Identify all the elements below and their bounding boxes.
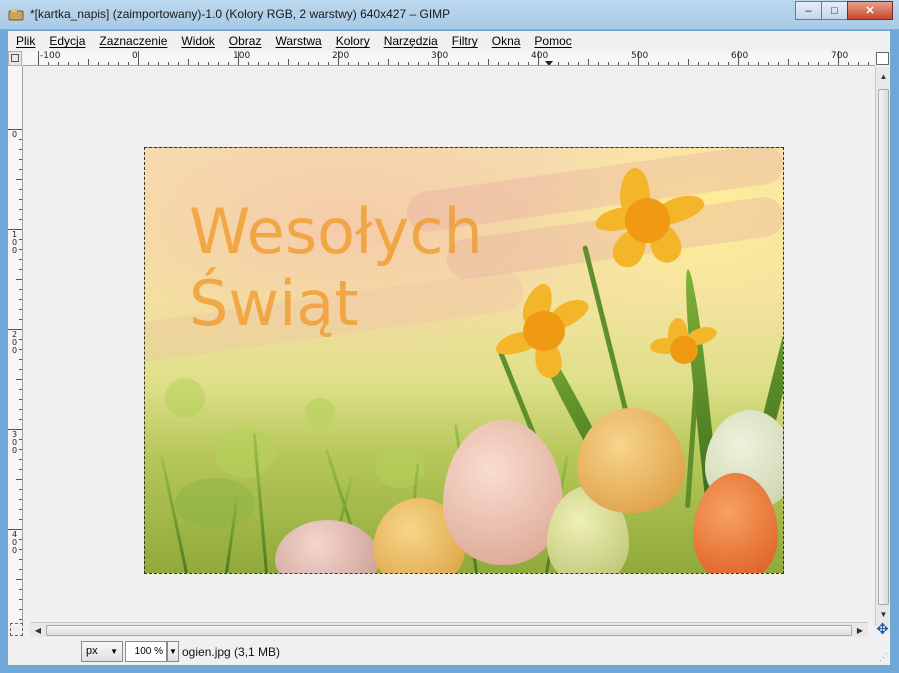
menu-file[interactable]: Plik <box>16 34 35 48</box>
close-button[interactable]: ✕ <box>847 1 893 20</box>
zoom-image-icon[interactable] <box>876 52 889 65</box>
minimize-button[interactable]: – <box>795 1 822 20</box>
menu-windows[interactable]: Okna <box>492 34 521 48</box>
easter-egg <box>577 408 685 513</box>
scroll-up-icon[interactable]: ▲ <box>876 69 891 85</box>
ruler-menu-icon[interactable] <box>8 51 22 66</box>
menu-select[interactable]: Zaznaczenie <box>99 34 167 48</box>
vertical-scroll-thumb[interactable] <box>878 89 889 605</box>
daffodil-flower <box>593 168 708 273</box>
vertical-ruler[interactable]: 0 1 0 0 2 0 0 3 0 0 4 0 0 <box>8 66 23 626</box>
ruler-label: 100 <box>233 51 251 61</box>
unit-select[interactable]: px ▼ <box>81 641 123 662</box>
bokeh-light <box>305 398 335 428</box>
menu-bar: Plik Edycja Zaznaczenie Widok Obraz Wars… <box>8 31 890 51</box>
pointer-marker-icon <box>545 61 553 65</box>
title-bar: *[kartka_napis] (zaimportowany)-1.0 (Kol… <box>0 0 899 30</box>
maximize-button[interactable]: □ <box>821 1 848 20</box>
menu-image[interactable]: Obraz <box>229 34 262 48</box>
chevron-down-icon: ▼ <box>110 647 118 656</box>
menu-filters[interactable]: Filtry <box>452 34 478 48</box>
easter-egg <box>275 520 380 573</box>
ruler-label: 400 <box>531 51 549 61</box>
bokeh-light <box>175 478 255 528</box>
bokeh-light <box>215 428 275 478</box>
ruler-label: 600 <box>731 51 749 61</box>
ruler-label: 300 <box>431 51 449 61</box>
easter-egg <box>443 420 563 565</box>
canvas-area[interactable]: Wesołych Świąt <box>23 67 875 626</box>
gimp-icon <box>8 9 24 21</box>
resize-grip-icon[interactable]: ⋰ <box>879 652 888 663</box>
menu-colors[interactable]: Kolory <box>336 34 370 48</box>
scroll-left-icon[interactable]: ◀ <box>30 623 46 638</box>
window-controls: – □ ✕ <box>795 1 893 20</box>
status-message: ogien.jpg (3,1 MB) <box>182 645 281 659</box>
horizontal-ruler[interactable]: -100 0 100 200 300 400 500 600 700 <box>23 51 875 66</box>
daffodil-flower <box>650 318 720 378</box>
daffodil-flower <box>493 279 595 383</box>
zoom-input[interactable]: 100 % <box>125 641 167 662</box>
ruler-label: 0 <box>132 51 138 61</box>
horizontal-scrollbar[interactable]: ◀ ▶ <box>30 622 868 637</box>
ruler-label: 3 0 0 <box>11 430 18 455</box>
menu-layer[interactable]: Warstwa <box>275 34 321 48</box>
ruler-label: 200 <box>332 51 350 61</box>
image-window: -100 0 100 200 300 400 500 600 700 0 1 0… <box>8 51 890 665</box>
ruler-label: -100 <box>40 51 61 61</box>
image-canvas[interactable]: Wesołych Świąt <box>144 147 784 574</box>
ruler-label: 4 0 0 <box>11 530 18 555</box>
status-bar: px ▼ 100 % ▼ ogien.jpg (3,1 MB) ⋰ <box>8 640 890 665</box>
bokeh-light <box>165 378 205 418</box>
window-title: *[kartka_napis] (zaimportowany)-1.0 (Kol… <box>30 7 451 21</box>
zoom-dropdown-icon[interactable]: ▼ <box>167 641 179 662</box>
menu-help[interactable]: Pomoc <box>534 34 571 48</box>
ruler-label: 2 0 0 <box>11 330 18 355</box>
ruler-label: 500 <box>631 51 649 61</box>
ruler-label: 700 <box>831 51 849 61</box>
horizontal-scroll-thumb[interactable] <box>46 625 852 636</box>
menu-tools[interactable]: Narzędzia <box>384 34 438 48</box>
quick-mask-icon[interactable] <box>10 623 23 636</box>
ruler-label: 0 <box>11 130 18 139</box>
vertical-scrollbar[interactable]: ▲ ▼ <box>875 67 890 626</box>
text-layer[interactable]: Wesołych Świąt <box>189 196 483 340</box>
navigate-icon[interactable]: ✥ <box>875 622 890 637</box>
menu-edit[interactable]: Edycja <box>49 34 85 48</box>
menu-view[interactable]: Widok <box>181 34 214 48</box>
scroll-right-icon[interactable]: ▶ <box>852 623 868 638</box>
unit-value: px <box>86 645 98 657</box>
ruler-label: 1 0 0 <box>11 230 18 255</box>
